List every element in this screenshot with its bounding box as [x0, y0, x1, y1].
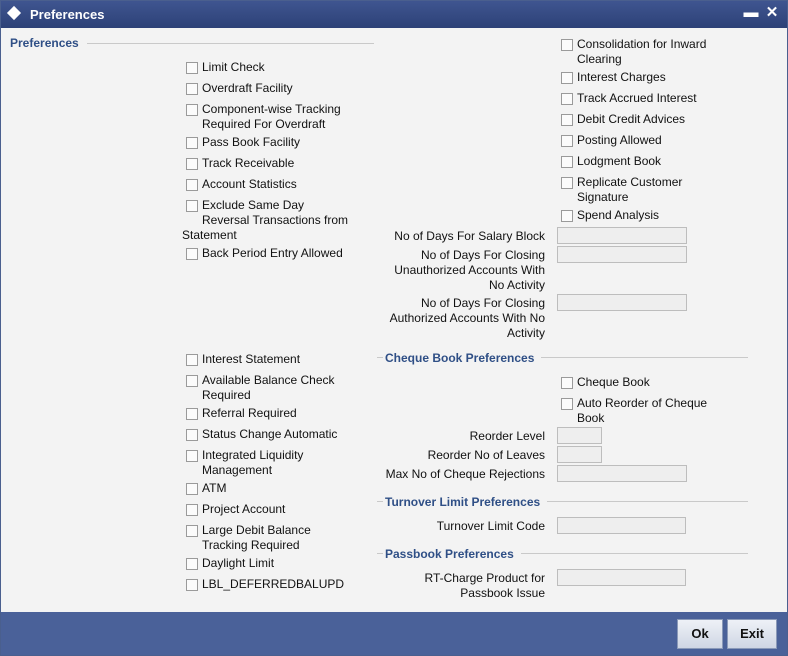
section-divider: [377, 553, 383, 554]
daylight-limit-label: Daylight Limit: [202, 556, 275, 570]
section-title-turnover: Turnover Limit Preferences: [385, 495, 541, 509]
window-diamond-icon: [6, 5, 22, 21]
component-wise-tracking-checkbox[interactable]: [186, 104, 198, 116]
window-title: Preferences: [30, 7, 105, 22]
overdraft-facility-label: Overdraft Facility: [202, 81, 293, 95]
limit-check-checkbox[interactable]: [186, 62, 198, 74]
exclude-same-day-reversal-checkbox[interactable]: [186, 200, 198, 212]
lodgment-book-checkbox[interactable]: [561, 156, 573, 168]
cheque-book-checkbox[interactable]: [561, 377, 573, 389]
large-debit-balance-label: Large Debit Balance Tracking Required: [202, 523, 311, 552]
ok-button[interactable]: Ok: [677, 619, 723, 649]
available-balance-check-label: Available Balance Check Required: [202, 373, 335, 402]
large-debit-balance-checkbox[interactable]: [186, 525, 198, 537]
section-divider: [377, 357, 383, 358]
referral-required-label: Referral Required: [202, 406, 297, 420]
salary-block-days-input[interactable]: [557, 227, 687, 244]
rt-charge-product-label: RT-Charge Product for Passbook Issue: [424, 571, 546, 600]
deferred-bal-upd-label: LBL_DEFERREDBALUPD: [202, 577, 345, 591]
consolidation-inward-clearing-checkbox[interactable]: [561, 39, 573, 51]
closing-unauthorized-days-label: No of Days For Closing Unauthorized Acco…: [394, 248, 545, 292]
section-title-cheque-book: Cheque Book Preferences: [385, 351, 535, 365]
component-wise-tracking-label: Component-wise Tracking Required For Ove…: [202, 102, 341, 131]
atm-checkbox[interactable]: [186, 483, 198, 495]
salary-block-days-label: No of Days For Salary Block: [394, 229, 545, 243]
section-divider: [547, 501, 748, 502]
reorder-leaves-input[interactable]: [557, 446, 602, 463]
posting-allowed-label: Posting Allowed: [577, 133, 662, 147]
back-period-entry-checkbox[interactable]: [186, 248, 198, 260]
replicate-customer-signature-checkbox[interactable]: [561, 177, 573, 189]
track-receivable-checkbox[interactable]: [186, 158, 198, 170]
section-divider: [541, 357, 748, 358]
reorder-leaves-label: Reorder No of Leaves: [427, 448, 545, 462]
spend-analysis-checkbox[interactable]: [561, 210, 573, 222]
interest-charges-checkbox[interactable]: [561, 72, 573, 84]
referral-required-checkbox[interactable]: [186, 408, 198, 420]
pass-book-facility-label: Pass Book Facility: [202, 135, 301, 149]
closing-unauthorized-days-input[interactable]: [557, 246, 687, 263]
lodgment-book-label: Lodgment Book: [577, 154, 662, 168]
exclude-same-day-reversal-label-cont: Statement: [182, 228, 237, 242]
debit-credit-advices-checkbox[interactable]: [561, 114, 573, 126]
section-divider: [521, 553, 748, 554]
section-title-passbook: Passbook Preferences: [385, 547, 514, 561]
atm-label: ATM: [202, 481, 227, 495]
account-statistics-checkbox[interactable]: [186, 179, 198, 191]
interest-charges-label: Interest Charges: [577, 70, 666, 84]
max-cheque-rejections-label: Max No of Cheque Rejections: [385, 467, 545, 481]
limit-check-label: Limit Check: [202, 60, 265, 74]
close-icon[interactable]: ✕: [763, 3, 781, 23]
minimize-icon[interactable]: ▬: [742, 3, 760, 23]
back-period-entry-label: Back Period Entry Allowed: [202, 246, 343, 260]
track-receivable-label: Track Receivable: [202, 156, 295, 170]
closing-authorized-days-label: No of Days For Closing Authorized Accoun…: [389, 296, 545, 340]
interest-statement-checkbox[interactable]: [186, 354, 198, 366]
cheque-book-label: Cheque Book: [577, 375, 650, 389]
turnover-limit-code-input[interactable]: [557, 517, 686, 534]
reorder-level-input[interactable]: [557, 427, 602, 444]
section-title-preferences: Preferences: [10, 36, 79, 50]
status-change-automatic-checkbox[interactable]: [186, 429, 198, 441]
max-cheque-rejections-input[interactable]: [557, 465, 687, 482]
debit-credit-advices-label: Debit Credit Advices: [577, 112, 686, 126]
project-account-checkbox[interactable]: [186, 504, 198, 516]
account-statistics-label: Account Statistics: [202, 177, 297, 191]
section-divider: [377, 501, 383, 502]
auto-reorder-cheque-checkbox[interactable]: [561, 398, 573, 410]
overdraft-facility-checkbox[interactable]: [186, 83, 198, 95]
project-account-label: Project Account: [202, 502, 286, 516]
closing-authorized-days-input[interactable]: [557, 294, 687, 311]
integrated-liquidity-checkbox[interactable]: [186, 450, 198, 462]
daylight-limit-checkbox[interactable]: [186, 558, 198, 570]
integrated-liquidity-label: Integrated Liquidity Management: [202, 448, 304, 477]
title-bar: Preferences ▬ ✕: [1, 1, 787, 28]
footer-bar: Ok Exit: [1, 612, 787, 655]
track-accrued-interest-label: Track Accrued Interest: [577, 91, 697, 105]
status-change-automatic-label: Status Change Automatic: [202, 427, 338, 441]
consolidation-inward-clearing-label: Consolidation for Inward Clearing: [577, 37, 707, 66]
auto-reorder-cheque-label: Auto Reorder of Cheque Book: [577, 396, 708, 425]
section-divider: [87, 43, 374, 44]
rt-charge-product-input[interactable]: [557, 569, 686, 586]
exit-button[interactable]: Exit: [727, 619, 777, 649]
track-accrued-interest-checkbox[interactable]: [561, 93, 573, 105]
spend-analysis-label: Spend Analysis: [577, 208, 660, 222]
available-balance-check-checkbox[interactable]: [186, 375, 198, 387]
pass-book-facility-checkbox[interactable]: [186, 137, 198, 149]
exclude-same-day-reversal-label: Exclude Same Day Reversal Transactions f…: [202, 198, 349, 227]
replicate-customer-signature-label: Replicate Customer Signature: [577, 175, 683, 204]
preferences-window: Preferences ▬ ✕ Preferences Limit Check …: [0, 0, 788, 656]
posting-allowed-checkbox[interactable]: [561, 135, 573, 147]
deferred-bal-upd-checkbox[interactable]: [186, 579, 198, 591]
interest-statement-label: Interest Statement: [202, 352, 301, 366]
turnover-limit-code-label: Turnover Limit Code: [436, 519, 545, 533]
reorder-level-label: Reorder Level: [469, 429, 545, 443]
